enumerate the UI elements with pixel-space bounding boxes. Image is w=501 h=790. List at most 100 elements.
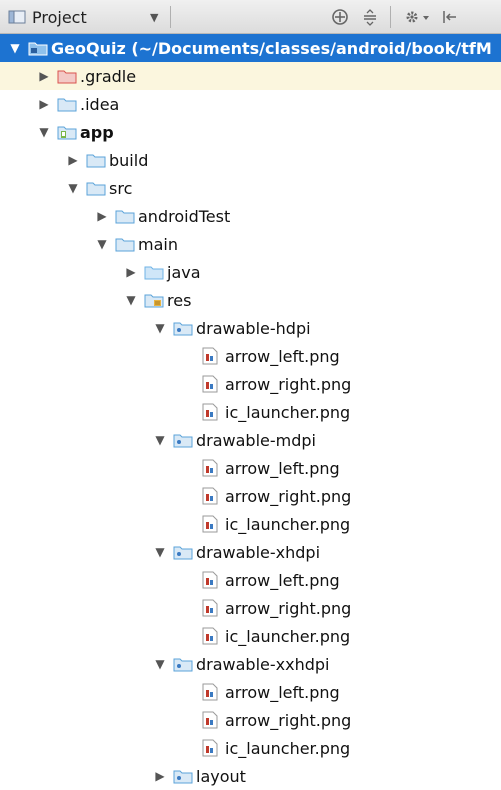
tree-item-label: drawable-xhdpi <box>196 542 321 562</box>
collapse-arrow-icon[interactable]: ▶ <box>37 69 51 83</box>
tree-folder-row[interactable]: ▼ drawable-hdpi <box>0 314 501 342</box>
image-file-icon <box>202 375 222 393</box>
tree-item-label: arrow_right.png <box>225 374 352 394</box>
tree-item-label: ic_launcher.png <box>225 402 351 422</box>
expand-arrow-icon[interactable]: ▼ <box>153 657 167 671</box>
tree-file-row[interactable]: ▶ arrow_right.png <box>0 482 501 510</box>
tree-item-label: java <box>167 262 201 282</box>
image-file-icon <box>202 487 222 505</box>
hide-icon[interactable] <box>440 7 460 27</box>
tree-folder-row[interactable]: ▼ main <box>0 230 501 258</box>
folder-icon <box>86 179 106 197</box>
tree-item-label: arrow_right.png <box>225 598 352 618</box>
toolbar-divider <box>390 6 391 28</box>
project-view-selector[interactable]: Project ▼ <box>8 6 166 28</box>
tree-folder-row[interactable]: ▶ build <box>0 146 501 174</box>
tree-file-row[interactable]: ▶ ic_launcher.png <box>0 622 501 650</box>
tree-item-label: arrow_right.png <box>225 486 352 506</box>
package-folder-icon <box>173 431 193 449</box>
tree-item-label: arrow_left.png <box>225 570 340 590</box>
tree-item-label: layout <box>196 766 246 786</box>
tree-file-row[interactable]: ▶ ic_launcher.png <box>0 510 501 538</box>
excluded-folder-icon <box>57 67 77 85</box>
tree-folder-row[interactable]: ▶ androidTest <box>0 202 501 230</box>
collapse-arrow-icon[interactable]: ▶ <box>95 209 109 223</box>
project-folder-icon <box>28 39 48 57</box>
tree-item-label: drawable-mdpi <box>196 430 316 450</box>
expand-arrow-icon[interactable]: ▼ <box>153 321 167 335</box>
tree-folder-row[interactable]: ▶ .gradle <box>0 62 501 90</box>
image-file-icon <box>202 599 222 617</box>
tree-folder-row[interactable]: ▼ drawable-xxhdpi <box>0 650 501 678</box>
collapse-arrow-icon[interactable]: ▶ <box>66 153 80 167</box>
tree-item-label: ic_launcher.png <box>225 626 351 646</box>
tree-item-label: .gradle <box>80 66 137 86</box>
image-file-icon <box>202 711 222 729</box>
tree-item-label: build <box>109 150 149 170</box>
toolbar-divider <box>170 6 171 28</box>
tree-item-label: src <box>109 178 133 198</box>
image-file-icon <box>202 683 222 701</box>
expand-arrow-icon[interactable]: ▼ <box>153 433 167 447</box>
tree-item-label: drawable-hdpi <box>196 318 311 338</box>
expand-arrow-icon[interactable]: ▼ <box>124 293 138 307</box>
image-file-icon <box>202 347 222 365</box>
tree-folder-row[interactable]: ▶ .idea <box>0 90 501 118</box>
tree-folder-row[interactable]: ▼ src <box>0 174 501 202</box>
image-file-icon <box>202 571 222 589</box>
tree-file-row[interactable]: ▶ arrow_right.png <box>0 370 501 398</box>
tree-folder-row[interactable]: ▼ app <box>0 118 501 146</box>
tree-file-row[interactable]: ▶ arrow_left.png <box>0 678 501 706</box>
tree-item-label: ic_launcher.png <box>225 738 351 758</box>
tree-file-row[interactable]: ▶ arrow_left.png <box>0 342 501 370</box>
tree-item-label: ic_launcher.png <box>225 514 351 534</box>
project-toolbar: Project ▼ <box>0 0 501 34</box>
expand-arrow-icon[interactable]: ▼ <box>8 41 22 55</box>
collapse-icon[interactable] <box>360 7 380 27</box>
image-file-icon <box>202 627 222 645</box>
image-file-icon <box>202 459 222 477</box>
tree-folder-row[interactable]: ▼ drawable-mdpi <box>0 426 501 454</box>
package-folder-icon <box>173 319 193 337</box>
folder-icon <box>115 235 135 253</box>
tree-item-label: androidTest <box>138 206 231 226</box>
tree-item-label: GeoQuiz (~/Documents/classes/android/boo… <box>51 38 492 58</box>
tree-item-label: arrow_left.png <box>225 458 340 478</box>
folder-icon <box>57 95 77 113</box>
collapse-arrow-icon[interactable]: ▶ <box>153 769 167 783</box>
tree-file-row[interactable]: ▶ arrow_left.png <box>0 566 501 594</box>
module-folder-icon <box>57 123 77 141</box>
package-folder-icon <box>173 543 193 561</box>
tree-file-row[interactable]: ▶ ic_launcher.png <box>0 734 501 762</box>
tree-item-label: res <box>167 290 192 310</box>
expand-arrow-icon[interactable]: ▼ <box>95 237 109 251</box>
tree-item-label: app <box>80 122 114 142</box>
tree-file-row[interactable]: ▶ ic_launcher.png <box>0 398 501 426</box>
tree-item-label: arrow_right.png <box>225 710 352 730</box>
gear-icon[interactable] <box>402 7 432 27</box>
tree-file-row[interactable]: ▶ arrow_right.png <box>0 594 501 622</box>
expand-arrow-icon[interactable]: ▼ <box>153 545 167 559</box>
tree-item-label: arrow_left.png <box>225 346 340 366</box>
folder-icon <box>86 151 106 169</box>
image-file-icon <box>202 403 222 421</box>
collapse-arrow-icon[interactable]: ▶ <box>124 265 138 279</box>
package-folder-icon <box>173 767 193 785</box>
image-file-icon <box>202 515 222 533</box>
tree-item-label: .idea <box>80 94 120 114</box>
tree-folder-row[interactable]: ▶ java <box>0 258 501 286</box>
expand-arrow-icon[interactable]: ▼ <box>66 181 80 195</box>
project-view-label: Project <box>32 7 87 27</box>
source-folder-icon <box>144 263 164 281</box>
tree-file-row[interactable]: ▶ arrow_left.png <box>0 454 501 482</box>
chevron-down-icon: ▼ <box>150 11 159 24</box>
package-folder-icon <box>173 655 193 673</box>
locate-icon[interactable] <box>330 7 350 27</box>
collapse-arrow-icon[interactable]: ▶ <box>37 97 51 111</box>
tree-folder-row[interactable]: ▼ res <box>0 286 501 314</box>
tree-folder-row[interactable]: ▼ drawable-xhdpi <box>0 538 501 566</box>
tree-folder-row[interactable]: ▼ GeoQuiz (~/Documents/classes/android/b… <box>0 34 501 62</box>
folder-icon <box>115 207 135 225</box>
tree-file-row[interactable]: ▶ arrow_right.png <box>0 706 501 734</box>
expand-arrow-icon[interactable]: ▼ <box>37 125 51 139</box>
